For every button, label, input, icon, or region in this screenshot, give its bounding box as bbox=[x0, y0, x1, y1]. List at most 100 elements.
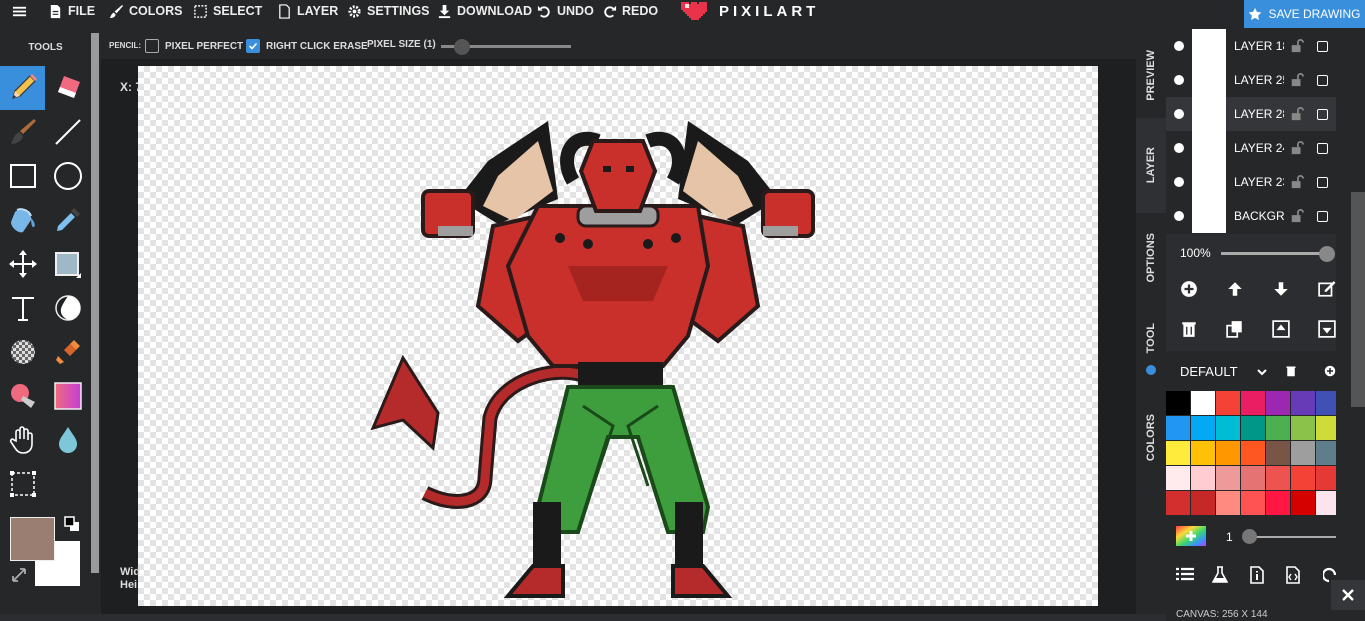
layer-visibility-toggle[interactable] bbox=[1174, 211, 1184, 221]
layer-visibility-toggle[interactable] bbox=[1174, 177, 1184, 187]
stamp-tool[interactable] bbox=[45, 330, 90, 374]
unlock-icon[interactable] bbox=[1290, 107, 1304, 121]
circle-tool[interactable] bbox=[45, 154, 90, 198]
pencil-tool[interactable] bbox=[0, 66, 45, 110]
layer-select-checkbox[interactable] bbox=[1317, 108, 1328, 120]
drawing-canvas[interactable] bbox=[138, 66, 1098, 606]
file-info-icon[interactable] bbox=[1250, 566, 1264, 584]
palette-color-swatch[interactable] bbox=[1266, 416, 1290, 440]
right-click-erase-option[interactable]: RIGHT CLICK ERASE bbox=[246, 39, 368, 53]
unlock-icon[interactable] bbox=[1290, 73, 1304, 87]
merge-down-icon[interactable] bbox=[1318, 320, 1336, 338]
layer-select-checkbox[interactable] bbox=[1317, 176, 1328, 188]
palette-color-swatch[interactable] bbox=[1191, 416, 1215, 440]
palette-color-swatch[interactable] bbox=[1191, 491, 1215, 515]
palette-color-swatch[interactable] bbox=[1166, 416, 1190, 440]
select-tool[interactable] bbox=[45, 242, 90, 286]
palette-color-swatch[interactable] bbox=[1166, 441, 1190, 465]
tab-options[interactable]: OPTIONS bbox=[1136, 213, 1166, 303]
redo-menu[interactable]: REDO bbox=[602, 0, 658, 22]
gradient-tool[interactable] bbox=[45, 374, 90, 418]
palette-color-swatch[interactable] bbox=[1216, 416, 1240, 440]
palette-color-swatch[interactable] bbox=[1191, 391, 1215, 415]
palette-color-swatch[interactable] bbox=[1241, 416, 1265, 440]
layer-row[interactable]: BACKGROUND bbox=[1166, 199, 1336, 233]
eyedropper-tool[interactable] bbox=[45, 198, 90, 242]
colors-menu[interactable]: COLORS bbox=[109, 0, 182, 22]
primary-color-swatch[interactable] bbox=[10, 517, 55, 561]
line-tool[interactable] bbox=[45, 110, 90, 154]
palette-color-swatch[interactable] bbox=[1191, 466, 1215, 490]
delete-palette-icon[interactable] bbox=[1285, 365, 1297, 377]
palette-color-swatch[interactable] bbox=[1166, 391, 1190, 415]
tab-colors[interactable]: COLORS bbox=[1136, 388, 1166, 488]
chevron-down-icon[interactable] bbox=[1256, 366, 1268, 378]
crop-tool[interactable] bbox=[0, 462, 45, 506]
palette-color-swatch[interactable] bbox=[1266, 391, 1290, 415]
palette-color-swatch[interactable] bbox=[1316, 391, 1336, 415]
hamburger-menu-button[interactable] bbox=[12, 0, 27, 22]
layer-row[interactable]: LAYER 24 bbox=[1166, 131, 1336, 165]
palette-color-swatch[interactable] bbox=[1166, 491, 1190, 515]
color-replace-tool[interactable] bbox=[0, 374, 45, 418]
palette-color-swatch[interactable] bbox=[1241, 441, 1265, 465]
layer-visibility-toggle[interactable] bbox=[1174, 143, 1184, 153]
palette-color-swatch[interactable] bbox=[1316, 416, 1336, 440]
palette-color-swatch[interactable] bbox=[1316, 491, 1336, 515]
palette-color-swatch[interactable] bbox=[1266, 466, 1290, 490]
tools-scrollbar[interactable] bbox=[91, 33, 99, 573]
download-menu[interactable]: DOWNLOAD bbox=[437, 0, 532, 22]
close-panel-button[interactable] bbox=[1331, 580, 1365, 610]
unlock-icon[interactable] bbox=[1290, 209, 1304, 223]
palette-color-swatch[interactable] bbox=[1316, 466, 1336, 490]
hand-tool[interactable] bbox=[0, 418, 45, 462]
layer-row[interactable]: LAYER 18 bbox=[1166, 29, 1336, 63]
add-color-rainbow-icon[interactable] bbox=[1176, 526, 1206, 546]
pixel-perfect-checkbox[interactable] bbox=[145, 39, 159, 53]
layer-row[interactable]: LAYER 23 bbox=[1166, 165, 1336, 199]
select-menu[interactable]: SELECT bbox=[193, 0, 262, 22]
file-menu[interactable]: FILE bbox=[48, 0, 95, 22]
brush-tool[interactable] bbox=[0, 110, 45, 154]
layer-visibility-toggle[interactable] bbox=[1174, 41, 1184, 51]
palette-color-swatch[interactable] bbox=[1266, 441, 1290, 465]
layer-visibility-toggle[interactable] bbox=[1174, 109, 1184, 119]
layer-opacity-slider[interactable] bbox=[1221, 252, 1329, 255]
add-palette-icon[interactable] bbox=[1324, 365, 1336, 377]
settings-menu[interactable]: SETTINGS bbox=[347, 0, 430, 22]
palette-color-swatch[interactable] bbox=[1266, 491, 1290, 515]
brush-size-slider[interactable] bbox=[1246, 536, 1336, 538]
palette-select[interactable]: DEFAULT bbox=[1180, 364, 1238, 379]
right-click-erase-checkbox[interactable] bbox=[246, 39, 260, 53]
list-icon[interactable] bbox=[1176, 567, 1194, 583]
trash-icon[interactable] bbox=[1180, 320, 1198, 338]
layer-row[interactable]: LAYER 28 bbox=[1166, 97, 1336, 131]
layer-select-checkbox[interactable] bbox=[1317, 142, 1328, 154]
tab-preview[interactable]: PREVIEW bbox=[1136, 33, 1166, 118]
text-tool[interactable] bbox=[0, 286, 45, 330]
unlock-icon[interactable] bbox=[1290, 141, 1304, 155]
layer-select-checkbox[interactable] bbox=[1317, 40, 1328, 52]
pixilart-logo[interactable]: PIXILART bbox=[679, 0, 819, 22]
pixel-size-slider-thumb[interactable] bbox=[454, 39, 470, 55]
arrow-down-icon[interactable] bbox=[1272, 280, 1290, 298]
palette-color-swatch[interactable] bbox=[1291, 391, 1315, 415]
palette-color-swatch[interactable] bbox=[1241, 391, 1265, 415]
palette-color-swatch[interactable] bbox=[1166, 466, 1190, 490]
unlock-icon[interactable] bbox=[1290, 39, 1304, 53]
layer-opacity-slider-thumb[interactable] bbox=[1319, 246, 1335, 262]
fill-bucket-tool[interactable] bbox=[0, 198, 45, 242]
flask-icon[interactable] bbox=[1212, 566, 1228, 584]
add-layer-icon[interactable] bbox=[1180, 280, 1198, 298]
palette-color-swatch[interactable] bbox=[1241, 466, 1265, 490]
edit-layer-icon[interactable] bbox=[1318, 280, 1336, 298]
pixel-perfect-option[interactable]: PIXEL PERFECT bbox=[145, 39, 243, 53]
palette-color-swatch[interactable] bbox=[1291, 441, 1315, 465]
layer-select-checkbox[interactable] bbox=[1317, 210, 1328, 222]
layer-menu[interactable]: LAYER bbox=[277, 0, 338, 22]
unlock-icon[interactable] bbox=[1290, 175, 1304, 189]
layer-select-checkbox[interactable] bbox=[1317, 74, 1328, 86]
move-tool[interactable] bbox=[0, 242, 45, 286]
eraser-tool[interactable] bbox=[45, 66, 90, 110]
palette-color-swatch[interactable] bbox=[1291, 416, 1315, 440]
